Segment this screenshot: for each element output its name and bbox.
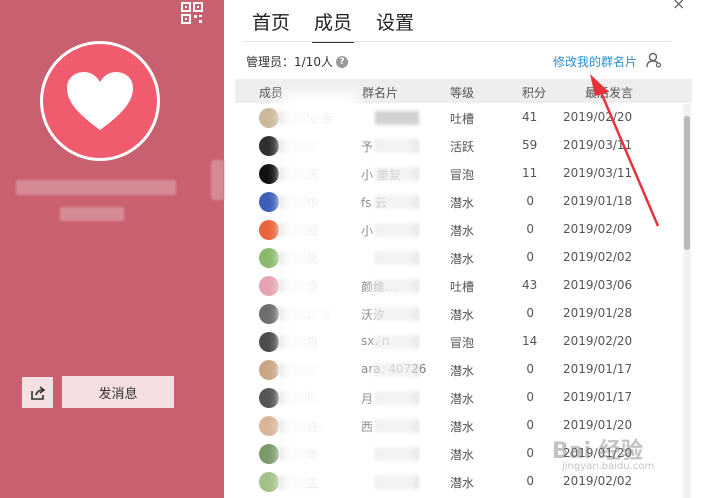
admin-count-label: 管理员：1/10人 bbox=[246, 55, 333, 69]
share-button[interactable] bbox=[22, 377, 53, 408]
privacy-mask bbox=[370, 130, 420, 498]
member-points: 0 bbox=[526, 250, 534, 264]
member-level: 潜水 bbox=[450, 364, 475, 378]
column-level[interactable]: 等级 bbox=[450, 84, 474, 101]
member-points: 41 bbox=[522, 110, 538, 124]
avatar[interactable] bbox=[259, 444, 279, 464]
member-last-post: 2019/01/28 bbox=[563, 306, 633, 320]
member-level: 冒泡 bbox=[450, 336, 475, 350]
divider bbox=[243, 41, 671, 42]
member-points: 0 bbox=[526, 418, 534, 432]
member-points: 14 bbox=[522, 334, 538, 348]
member-level: 活跃 bbox=[450, 140, 475, 154]
member-points: 0 bbox=[526, 194, 534, 208]
member-last-post: 2019/02/02 bbox=[563, 474, 633, 488]
member-last-post: 2019/03/11 bbox=[563, 166, 633, 180]
admin-count: 管理员：1/10人 ? bbox=[246, 53, 348, 70]
avatar[interactable] bbox=[259, 360, 279, 380]
column-card[interactable]: 群名片 bbox=[362, 84, 398, 101]
member-points: 0 bbox=[526, 474, 534, 488]
group-id-redacted bbox=[60, 207, 124, 221]
member-points: 0 bbox=[526, 446, 534, 460]
member-last-post: 2019/01/18 bbox=[563, 194, 633, 208]
avatar[interactable] bbox=[259, 164, 279, 184]
member-points: 59 bbox=[522, 138, 538, 152]
column-last-post[interactable]: 最后发言 bbox=[585, 84, 633, 101]
group-avatar[interactable] bbox=[40, 41, 160, 161]
tab-home[interactable]: 首页 bbox=[250, 8, 292, 43]
member-settings-icon[interactable] bbox=[646, 52, 662, 68]
member-level: 吐槽 bbox=[450, 112, 475, 126]
heart-icon bbox=[67, 72, 133, 130]
tab-bar: 首页 成员 设置 bbox=[250, 8, 416, 43]
redacted-card bbox=[375, 111, 419, 125]
avatar[interactable] bbox=[259, 192, 279, 212]
profile-panel: 发消息 bbox=[0, 0, 224, 498]
member-level: 潜水 bbox=[450, 476, 475, 490]
member-points: 0 bbox=[526, 306, 534, 320]
member-last-post: 2019/01/17 bbox=[563, 390, 633, 404]
avatar[interactable] bbox=[259, 276, 279, 296]
member-level: 冒泡 bbox=[450, 168, 475, 182]
member-last-post: 2019/01/17 bbox=[563, 362, 633, 376]
member-points: 43 bbox=[522, 278, 538, 292]
member-points: 0 bbox=[526, 390, 534, 404]
member-level: 潜水 bbox=[450, 224, 475, 238]
member-last-post: 2019/03/11 bbox=[563, 138, 633, 152]
member-last-post: 2019/02/20 bbox=[563, 334, 633, 348]
avatar[interactable] bbox=[259, 304, 279, 324]
group-name-redacted bbox=[16, 180, 176, 195]
member-last-post: 2019/03/06 bbox=[563, 278, 633, 292]
avatar[interactable] bbox=[259, 136, 279, 156]
privacy-mask bbox=[280, 92, 360, 498]
avatar[interactable] bbox=[259, 220, 279, 240]
member-level: 潜水 bbox=[450, 196, 475, 210]
column-points[interactable]: 积分 bbox=[522, 84, 546, 101]
member-level: 潜水 bbox=[450, 252, 475, 266]
member-points: 0 bbox=[526, 222, 534, 236]
help-circle-icon[interactable]: ? bbox=[335, 55, 348, 68]
member-level: 潜水 bbox=[450, 392, 475, 406]
member-last-post: 2019/02/02 bbox=[563, 250, 633, 264]
close-icon[interactable]: × bbox=[672, 0, 685, 13]
member-level: 潜水 bbox=[450, 420, 475, 434]
watermark-url: jingyan.baidu.com bbox=[562, 461, 655, 472]
member-points: 11 bbox=[522, 166, 538, 180]
avatar[interactable] bbox=[259, 416, 279, 436]
member-last-post: 2019/02/09 bbox=[563, 222, 633, 236]
avatar[interactable] bbox=[259, 472, 279, 492]
share-icon bbox=[30, 385, 45, 400]
member-level: 潜水 bbox=[450, 448, 475, 462]
qr-code-icon[interactable] bbox=[181, 2, 203, 24]
member-last-post: 2019/02/20 bbox=[563, 110, 633, 124]
member-points: 0 bbox=[526, 362, 534, 376]
member-last-post: 2019/01/20 bbox=[563, 418, 633, 432]
tab-settings[interactable]: 设置 bbox=[374, 8, 416, 43]
avatar[interactable] bbox=[259, 332, 279, 352]
avatar[interactable] bbox=[259, 388, 279, 408]
avatar[interactable] bbox=[259, 108, 279, 128]
scrollbar-thumb[interactable] bbox=[684, 116, 690, 250]
avatar[interactable] bbox=[259, 248, 279, 268]
member-level: 吐槽 bbox=[450, 280, 475, 294]
send-message-button[interactable]: 发消息 bbox=[62, 376, 174, 408]
edit-my-card-link[interactable]: 修改我的群名片 bbox=[553, 53, 637, 70]
redacted-strip bbox=[211, 160, 224, 200]
member-level: 潜水 bbox=[450, 308, 475, 322]
tab-members[interactable]: 成员 bbox=[312, 8, 355, 43]
